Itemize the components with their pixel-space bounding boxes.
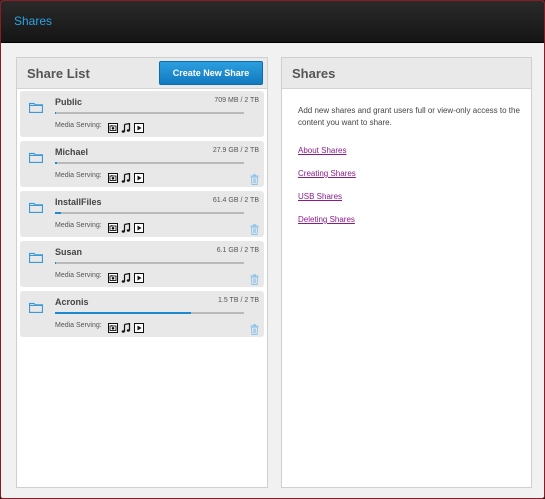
share-size: 1.5 TB / 2 TB (218, 297, 259, 304)
folder-icon (28, 150, 44, 164)
share-name: Michael (55, 147, 89, 157)
music-icon[interactable] (121, 170, 131, 183)
share-list-title: Share List (27, 66, 90, 81)
media-serving-icons (108, 120, 144, 133)
photo-icon[interactable] (108, 220, 118, 233)
share-item-michael[interactable]: Michael 27.9 GB / 2 TB Media Serving: (20, 141, 264, 187)
media-serving-icons (108, 320, 144, 333)
usage-bar-fill (55, 212, 61, 214)
info-panel-header: Shares (282, 58, 531, 89)
share-size: 27.9 GB / 2 TB (212, 147, 259, 154)
photo-icon[interactable] (108, 120, 118, 133)
usage-bar-fill (55, 262, 56, 264)
share-name: Public (55, 97, 83, 107)
share-size: 61.4 GB / 2 TB (212, 197, 259, 204)
usage-bar (55, 162, 244, 164)
music-icon[interactable] (121, 220, 131, 233)
share-size: 709 MB / 2 TB (214, 97, 259, 104)
usage-bar (55, 312, 244, 314)
music-icon[interactable] (121, 120, 131, 133)
share-name: Acronis (55, 297, 89, 307)
link-creating-shares[interactable]: Creating Shares (298, 169, 356, 178)
photo-icon[interactable] (108, 320, 118, 333)
usage-bar-fill (55, 162, 57, 164)
share-item-installfiles[interactable]: InstallFiles 61.4 GB / 2 TB Media Serving: (20, 191, 264, 237)
usage-bar-fill (55, 312, 191, 314)
link-usb-shares[interactable]: USB Shares (298, 192, 342, 201)
usage-bar (55, 212, 244, 214)
share-item-public[interactable]: Public 709 MB / 2 TB Media Serving: (20, 91, 264, 137)
folder-icon (28, 100, 44, 114)
link-deleting-shares[interactable]: Deleting Shares (298, 215, 355, 224)
share-name: InstallFiles (55, 197, 102, 207)
create-new-share-button[interactable]: Create New Share (159, 61, 263, 85)
info-description: Add new shares and grant users full or v… (298, 106, 520, 127)
share-size: 6.1 GB / 2 TB (216, 247, 259, 254)
media-serving-label: Media Serving: (55, 172, 102, 179)
video-icon[interactable] (134, 220, 144, 233)
trash-icon[interactable] (250, 222, 259, 235)
share-name: Susan (55, 247, 83, 257)
photo-icon[interactable] (108, 270, 118, 283)
video-icon[interactable] (134, 120, 144, 133)
folder-icon (28, 200, 44, 214)
page-title: Shares (14, 14, 53, 28)
usage-bar-fill (55, 112, 56, 114)
media-serving-icons (108, 220, 144, 233)
trash-icon[interactable] (250, 322, 259, 335)
media-serving-label: Media Serving: (55, 272, 102, 279)
trash-icon[interactable] (250, 172, 259, 185)
video-icon[interactable] (134, 270, 144, 283)
link-about-shares[interactable]: About Shares (298, 146, 346, 155)
folder-icon (28, 250, 44, 264)
info-panel-title: Shares (292, 66, 336, 81)
usage-bar (55, 112, 244, 114)
music-icon[interactable] (121, 270, 131, 283)
media-serving-icons (108, 270, 144, 283)
share-list-header: Share List Create New Share (17, 58, 267, 89)
media-serving-label: Media Serving: (55, 122, 102, 129)
video-icon[interactable] (134, 320, 144, 333)
usage-bar (55, 262, 244, 264)
photo-icon[interactable] (108, 170, 118, 183)
share-item-susan[interactable]: Susan 6.1 GB / 2 TB Media Serving: (20, 241, 264, 287)
share-list-panel: Share List Create New Share Public 709 MB… (16, 57, 268, 488)
folder-icon (28, 300, 44, 314)
share-item-acronis[interactable]: Acronis 1.5 TB / 2 TB Media Serving: (20, 291, 264, 337)
media-serving-label: Media Serving: (55, 222, 102, 229)
media-serving-label: Media Serving: (55, 322, 102, 329)
app-window: Shares Share List Create New Share Publi… (0, 0, 545, 499)
video-icon[interactable] (134, 170, 144, 183)
music-icon[interactable] (121, 320, 131, 333)
trash-icon[interactable] (250, 272, 259, 285)
media-serving-icons (108, 170, 144, 183)
info-panel: Shares Add new shares and grant users fu… (281, 57, 532, 488)
top-bar: Shares (1, 1, 544, 43)
